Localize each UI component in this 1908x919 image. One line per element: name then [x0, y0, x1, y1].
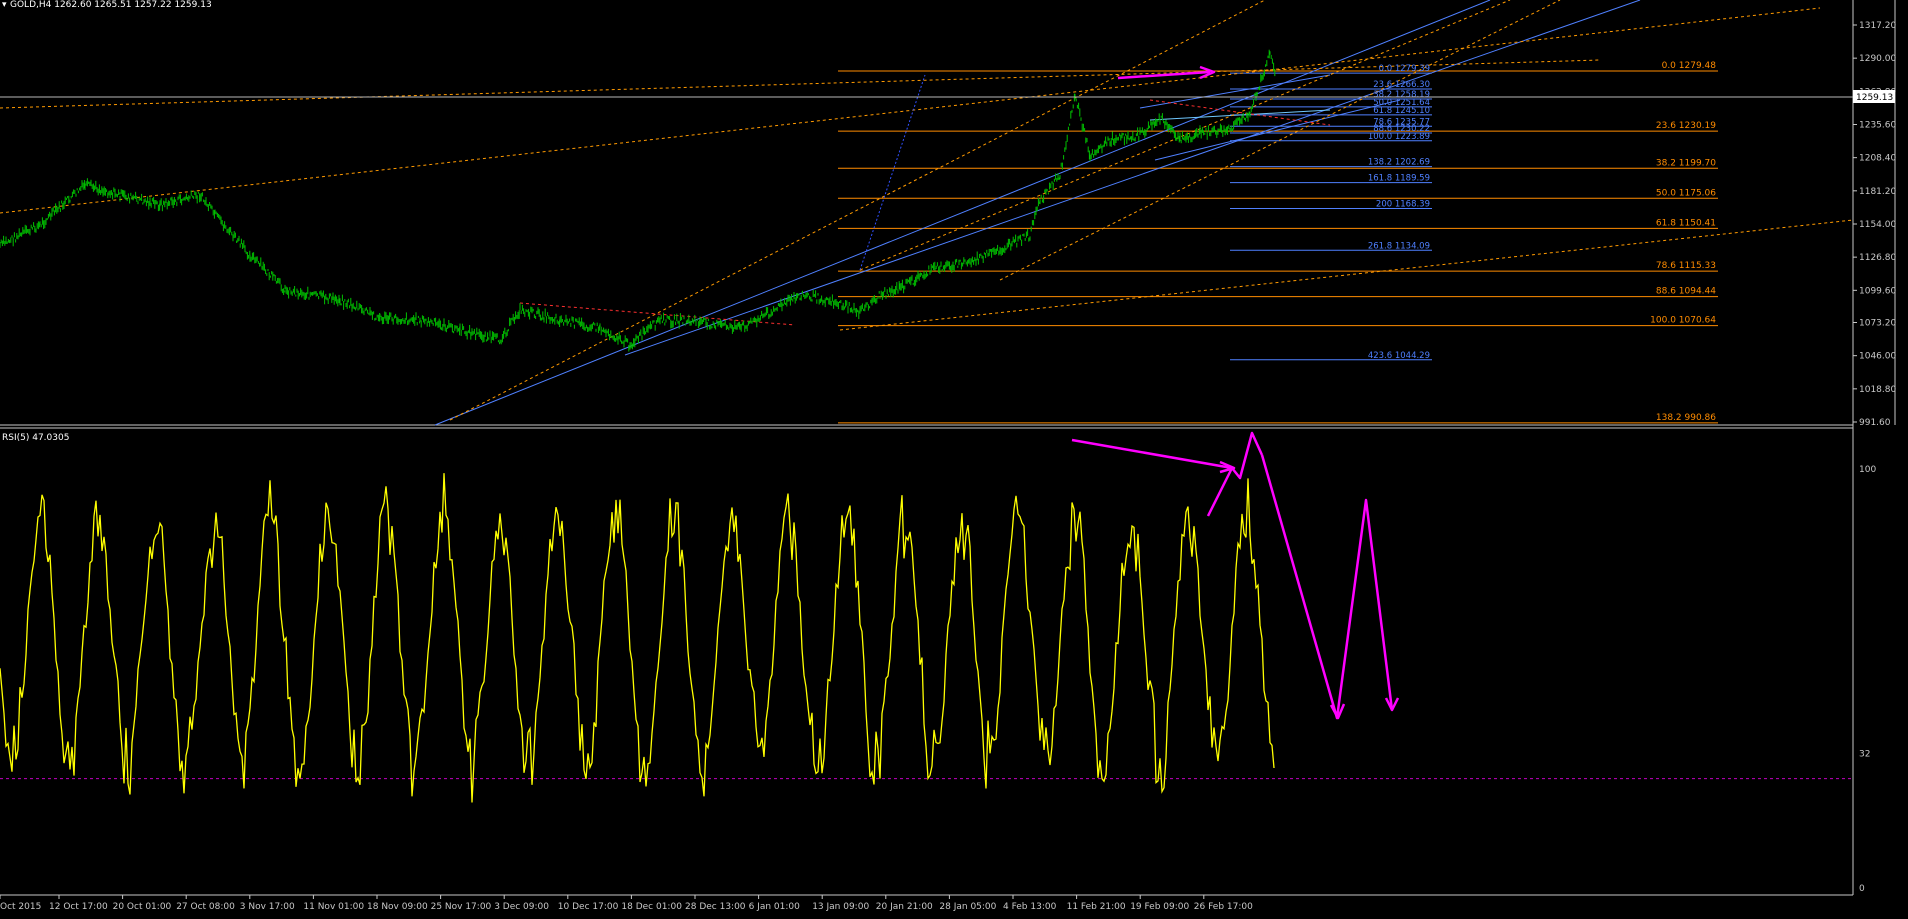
- fib-extension-label: 100.0 1223.89: [1368, 132, 1430, 142]
- fib-extension-label: 261.8 1134.09: [1368, 241, 1430, 251]
- fib-retrace-label: 100.0 1070.64: [1650, 316, 1716, 326]
- time-axis-label: 4 Feb 13:00: [1003, 902, 1057, 912]
- fib-extension-label: 138.2 1202.69: [1368, 158, 1430, 168]
- price-axis-label: 1290.00: [1859, 54, 1896, 64]
- fib-retrace-label: 138.2 990.86: [1656, 413, 1716, 423]
- time-axis-label: 6 Jan 01:00: [749, 902, 801, 912]
- time-axis-label: Oct 2015: [0, 902, 41, 912]
- price-axis-label: 1181.20: [1859, 187, 1896, 197]
- time-axis-label: 13 Jan 09:00: [812, 902, 869, 912]
- chart-background: [0, 0, 1908, 915]
- price-axis-label: 1208.40: [1859, 154, 1896, 164]
- price-axis-label: 991.60: [1859, 418, 1891, 428]
- price-axis-label: 1099.60: [1859, 286, 1896, 296]
- time-axis-label: 20 Oct 01:00: [113, 902, 172, 912]
- time-axis-label: 3 Dec 09:00: [494, 902, 549, 912]
- rsi-axis-label: 32: [1859, 750, 1870, 760]
- fib-retrace-label: 61.8 1150.41: [1656, 218, 1716, 228]
- rsi-axis-label: 0: [1859, 884, 1865, 894]
- fib-extension-label: 0.0 1279.39: [1379, 64, 1430, 74]
- chart-canvas[interactable]: ▾ GOLD,H4 1262.60 1265.51 1257.22 1259.1…: [0, 0, 1908, 915]
- price-axis-label: 1235.60: [1859, 120, 1896, 130]
- fib-extension-label: 61.8 1245.10: [1373, 106, 1430, 116]
- time-axis-label: 18 Nov 09:00: [367, 902, 428, 912]
- price-axis-label: 1046.00: [1859, 352, 1896, 362]
- price-axis-label: 1126.80: [1859, 253, 1896, 263]
- time-axis-label: 26 Feb 17:00: [1194, 902, 1253, 912]
- time-axis-label: 28 Dec 13:00: [685, 902, 746, 912]
- fib-retrace-label: 88.6 1094.44: [1656, 287, 1716, 297]
- fib-extension-label: 423.6 1044.29: [1368, 351, 1430, 361]
- fib-retrace-label: 78.6 1115.33: [1656, 261, 1716, 271]
- time-axis-label: 3 Nov 17:00: [240, 902, 295, 912]
- time-axis-label: 28 Jan 05:00: [939, 902, 996, 912]
- price-axis-label: 1018.80: [1859, 385, 1896, 395]
- fib-extension-label: 200 1168.39: [1376, 199, 1430, 209]
- time-axis-label: 12 Oct 17:00: [49, 902, 108, 912]
- current-price-label: 1259.13: [1856, 93, 1893, 103]
- chart-window[interactable]: ▾ GOLD,H4 1262.60 1265.51 1257.22 1259.1…: [0, 0, 1908, 915]
- fib-extension-label: 23.6 1266.30: [1373, 80, 1430, 90]
- time-axis-label: 25 Nov 17:00: [431, 902, 492, 912]
- time-axis-label: 11 Nov 01:00: [303, 902, 364, 912]
- fib-retrace-label: 0.0 1279.48: [1662, 61, 1717, 71]
- caption-arrow-icon: ▾: [2, 0, 7, 10]
- time-axis-label: 18 Dec 01:00: [621, 902, 682, 912]
- price-axis-label: 1154.00: [1859, 220, 1896, 230]
- rsi-axis-label: 100: [1859, 465, 1876, 475]
- time-axis-label: 10 Dec 17:00: [558, 902, 619, 912]
- fib-retrace-label: 50.0 1175.06: [1656, 188, 1716, 198]
- time-axis-label: 11 Feb 21:00: [1067, 902, 1126, 912]
- time-axis-label: 27 Oct 08:00: [176, 902, 235, 912]
- price-axis-label: 1073.20: [1859, 319, 1896, 329]
- fib-extension-label: 161.8 1189.59: [1368, 174, 1430, 184]
- time-axis-label: 19 Feb 09:00: [1130, 902, 1189, 912]
- price-axis-label: 1317.20: [1859, 21, 1896, 31]
- symbol-caption: GOLD,H4 1262.60 1265.51 1257.22 1259.13: [10, 0, 212, 10]
- fib-retrace-label: 23.6 1230.19: [1656, 121, 1716, 131]
- fib-retrace-label: 38.2 1199.70: [1656, 158, 1716, 168]
- time-axis-label: 20 Jan 21:00: [876, 902, 933, 912]
- rsi-caption: RSI(5) 47.0305: [2, 433, 69, 443]
